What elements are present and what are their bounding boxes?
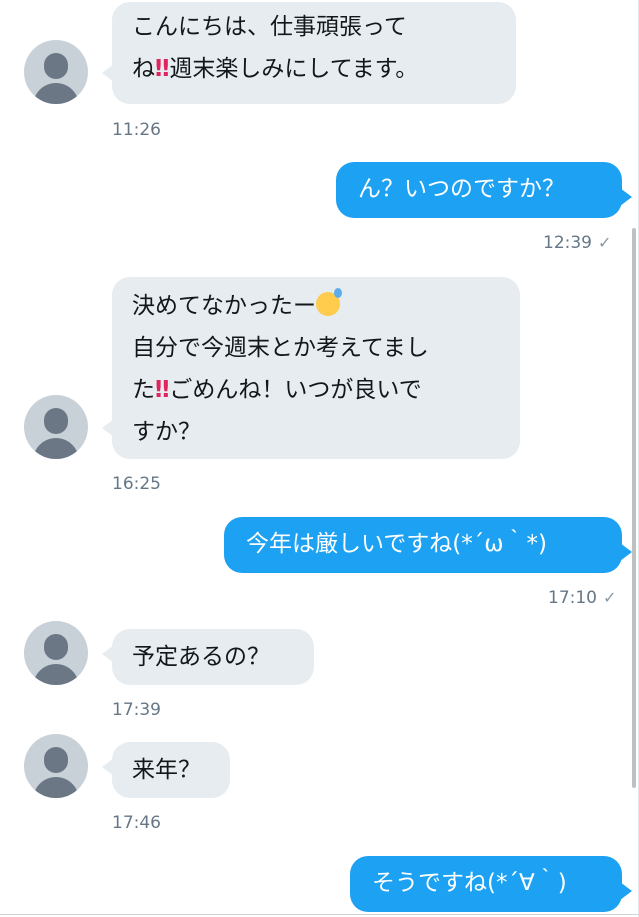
message-line: ね‼週末楽しみにしてます。 bbox=[132, 56, 419, 82]
message-bubble-incoming[interactable]: 来年？ bbox=[102, 742, 230, 798]
message-line: ん？いつのですか？ bbox=[358, 176, 565, 202]
message-bubble-outgoing[interactable]: ん？いつのですか？ bbox=[336, 162, 632, 218]
avatar-head-shape bbox=[44, 408, 68, 434]
avatar-head-shape bbox=[44, 53, 68, 79]
message-line: 自分で今週末とか考えてまし bbox=[132, 335, 429, 361]
avatar-shoulders-shape bbox=[33, 438, 79, 459]
message-timestamp: 11:26 bbox=[112, 120, 161, 140]
avatar[interactable] bbox=[24, 734, 88, 798]
message-line: そうですね(*´∀｀) bbox=[372, 870, 567, 896]
message-bubble-outgoing[interactable]: そうですね(*´∀｀) bbox=[350, 856, 632, 912]
avatar[interactable] bbox=[24, 395, 88, 459]
message-bubble-incoming[interactable]: こんにちは、仕事頑張って ね‼週末楽しみにしてます。 bbox=[102, 2, 516, 104]
message-bubble-outgoing[interactable]: 今年は厳しいですね(*´ω｀*) bbox=[224, 517, 632, 573]
dm-conversation: こんにちは、仕事頑張って ね‼週末楽しみにしてます。 11:26 ん？いつのです… bbox=[0, 0, 639, 917]
grinning-sweat-face-icon bbox=[316, 288, 342, 316]
message-line: 決めてなかったー bbox=[132, 285, 500, 327]
message-timestamp: 16:25 bbox=[112, 474, 161, 494]
message-line: こんにちは、仕事頑張って bbox=[132, 14, 407, 40]
message-line: 来年？ bbox=[132, 757, 201, 783]
message-timestamp: 17:10 ✓ bbox=[548, 588, 616, 608]
message-line: すか？ bbox=[132, 419, 201, 445]
message-line: 今年は厳しいですね(*´ω｀*) bbox=[246, 531, 548, 557]
bottom-divider bbox=[0, 914, 639, 915]
timestamp-text: 17:10 bbox=[548, 588, 597, 608]
message-timestamp: 17:46 bbox=[112, 813, 161, 833]
scrollbar[interactable] bbox=[632, 228, 636, 788]
avatar[interactable] bbox=[24, 621, 88, 685]
checkmark-icon: ✓ bbox=[603, 588, 617, 607]
timestamp-text: 12:39 bbox=[543, 233, 592, 253]
double-exclamation-icon: ‼ bbox=[155, 377, 170, 403]
avatar-head-shape bbox=[44, 747, 68, 773]
message-bubble-incoming[interactable]: 決めてなかったー 自分で今週末とか考えてまし た‼ごめんね！いつが良いで すか？ bbox=[102, 277, 520, 459]
message-line: 予定あるの？ bbox=[132, 644, 270, 670]
message-timestamp: 12:39 ✓ bbox=[543, 233, 611, 253]
message-bubble-incoming[interactable]: 予定あるの？ bbox=[102, 629, 314, 685]
message-timestamp: 17:39 bbox=[112, 700, 161, 720]
message-line: た‼ごめんね！いつが良いで bbox=[132, 377, 422, 403]
avatar[interactable] bbox=[24, 40, 88, 104]
avatar-shoulders-shape bbox=[33, 664, 79, 685]
avatar-head-shape bbox=[44, 634, 68, 660]
checkmark-icon: ✓ bbox=[598, 233, 612, 252]
avatar-shoulders-shape bbox=[33, 83, 79, 104]
avatar-shoulders-shape bbox=[33, 777, 79, 798]
double-exclamation-icon: ‼ bbox=[155, 56, 170, 82]
